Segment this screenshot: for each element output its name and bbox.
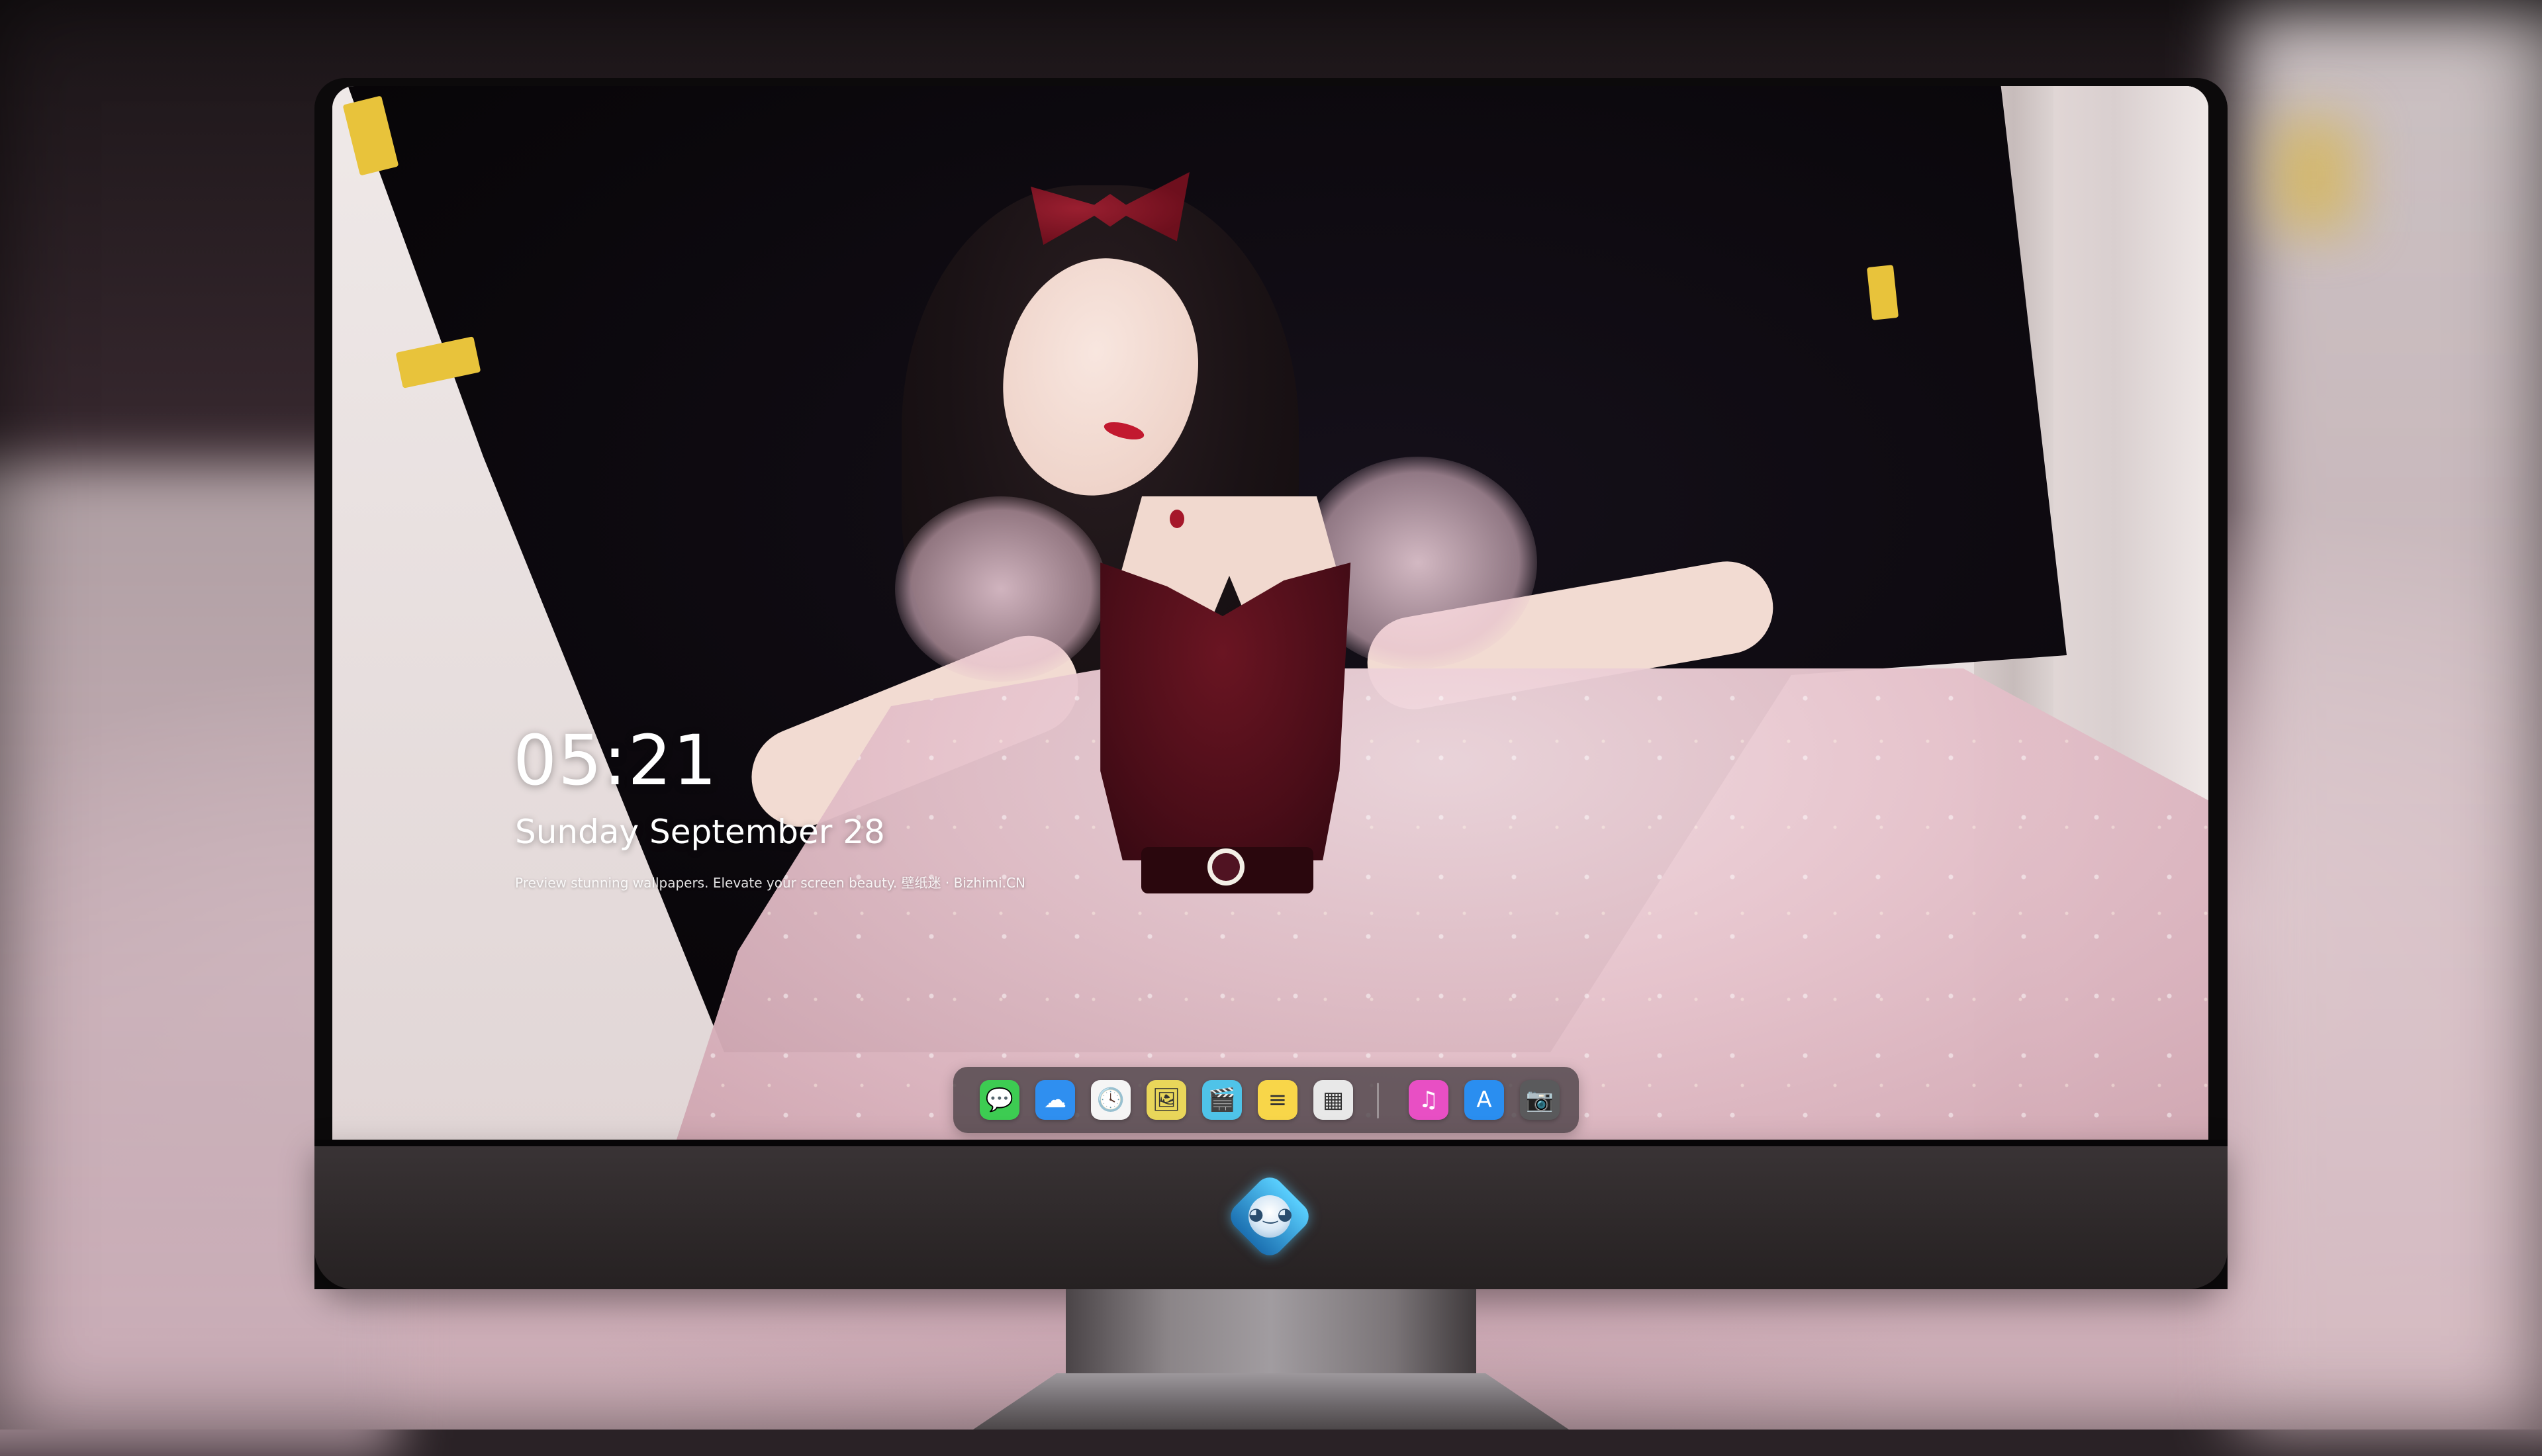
notes-icon[interactable]: ≡ xyxy=(1258,1080,1297,1120)
photo-booth-icon[interactable]: ▦ xyxy=(1313,1080,1353,1120)
chin-divider xyxy=(314,1140,2228,1146)
wallpaper-tape xyxy=(1866,265,1899,320)
monitor-screen xyxy=(332,86,2208,1140)
wallpaper-buckle xyxy=(1207,848,1245,886)
wallpaper-sleeve-left xyxy=(895,496,1107,682)
monitor-stand-neck xyxy=(1066,1289,1476,1382)
messages-icon[interactable]: 💬 xyxy=(980,1080,1019,1120)
preview-icon[interactable]: 🖼 xyxy=(1147,1080,1186,1120)
lock-screen-time: 05:21 xyxy=(513,720,718,801)
clock-icon[interactable]: 🕓 xyxy=(1091,1080,1131,1120)
clips-icon[interactable]: 🎬 xyxy=(1202,1080,1242,1120)
wallpaper-caption: Preview stunning wallpapers. Elevate you… xyxy=(515,875,1025,891)
app-store-icon[interactable]: A xyxy=(1464,1080,1504,1120)
dock: 💬 ☁ 🕓 🖼 🎬 ≡ ▦ ♫ A 📷 xyxy=(953,1067,1579,1133)
lock-screen-date: Sunday September 28 xyxy=(515,813,885,851)
dock-separator xyxy=(1377,1083,1379,1118)
brand-logo-mascot-icon: ◕‿◕ xyxy=(1248,1205,1293,1224)
wallpaper-pendant xyxy=(1170,510,1184,528)
music-icon[interactable]: ♫ xyxy=(1409,1080,1448,1120)
weather-icon[interactable]: ☁ xyxy=(1035,1080,1075,1120)
monitor-stand-foot xyxy=(973,1373,1569,1430)
camera-icon[interactable]: 📷 xyxy=(1520,1080,1560,1120)
